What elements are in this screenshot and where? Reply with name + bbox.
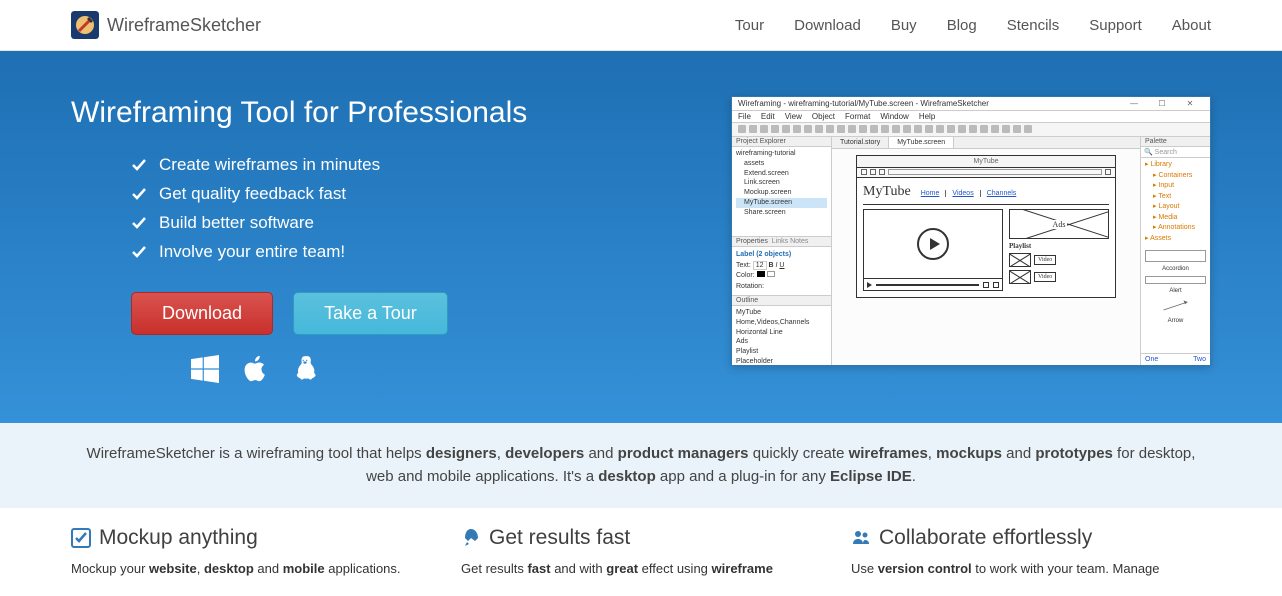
editor-tab-active: MyTube.screen [889, 137, 954, 148]
explorer-header: Project Explorer [732, 137, 831, 147]
app-toolbar [732, 123, 1210, 137]
app-window-title: Wireframing - wireframing-tutorial/MyTub… [738, 99, 1120, 108]
check-icon [131, 244, 147, 260]
check-icon [131, 157, 147, 173]
check-square-icon [71, 528, 91, 548]
main-nav: Tour Download Buy Blog Stencils Support … [735, 17, 1211, 34]
brand-link[interactable]: WireframeSketcher [71, 11, 261, 39]
mockup-canvas: MyTube MyTube HomeVideosChannels [856, 155, 1116, 298]
app-menubar: FileEditViewObjectFormatWindowHelp [732, 111, 1210, 123]
feature-heading: Get results fast [461, 526, 821, 550]
users-icon [851, 528, 871, 548]
download-button[interactable]: Download [131, 292, 273, 335]
project-tree: wireframing-tutorial assets Extend.scree… [732, 147, 831, 236]
maximize-icon: ☐ [1148, 99, 1176, 108]
brand-text: WireframeSketcher [107, 15, 261, 36]
feature-list: Create wireframes in minutes Get quality… [131, 155, 527, 262]
features-section: Mockup anything Mockup your website, des… [56, 508, 1226, 596]
rocket-icon [461, 528, 481, 548]
feature-item: Get quality feedback fast [159, 184, 346, 204]
feature-item: Create wireframes in minutes [159, 155, 380, 175]
nav-stencils[interactable]: Stencils [1007, 17, 1060, 34]
apple-icon [241, 355, 269, 383]
minimize-icon: — [1120, 99, 1148, 108]
nav-tour[interactable]: Tour [735, 17, 764, 34]
windows-icon [191, 355, 219, 383]
tagline-section: WireframeSketcher is a wireframing tool … [0, 423, 1282, 508]
nav-blog[interactable]: Blog [947, 17, 977, 34]
editor-tab: Tutorial.story [832, 137, 889, 148]
feature-heading: Mockup anything [71, 526, 431, 550]
close-icon: ✕ [1176, 99, 1204, 108]
check-icon [131, 215, 147, 231]
tour-button[interactable]: Take a Tour [293, 292, 448, 335]
feature-item: Build better software [159, 213, 314, 233]
app-screenshot: Wireframing - wireframing-tutorial/MyTub… [731, 96, 1211, 366]
hero-title: Wireframing Tool for Professionals [71, 96, 527, 130]
feature-heading: Collaborate effortlessly [851, 526, 1211, 550]
feature-item: Involve your entire team! [159, 242, 345, 262]
check-icon [131, 186, 147, 202]
nav-download[interactable]: Download [794, 17, 861, 34]
nav-about[interactable]: About [1172, 17, 1211, 34]
brand-logo-icon [71, 11, 99, 39]
hero-section: Wireframing Tool for Professionals Creat… [0, 51, 1282, 423]
os-icons [191, 355, 527, 383]
top-nav: WireframeSketcher Tour Download Buy Blog… [0, 0, 1282, 51]
nav-buy[interactable]: Buy [891, 17, 917, 34]
linux-icon [291, 355, 319, 383]
nav-support[interactable]: Support [1089, 17, 1142, 34]
